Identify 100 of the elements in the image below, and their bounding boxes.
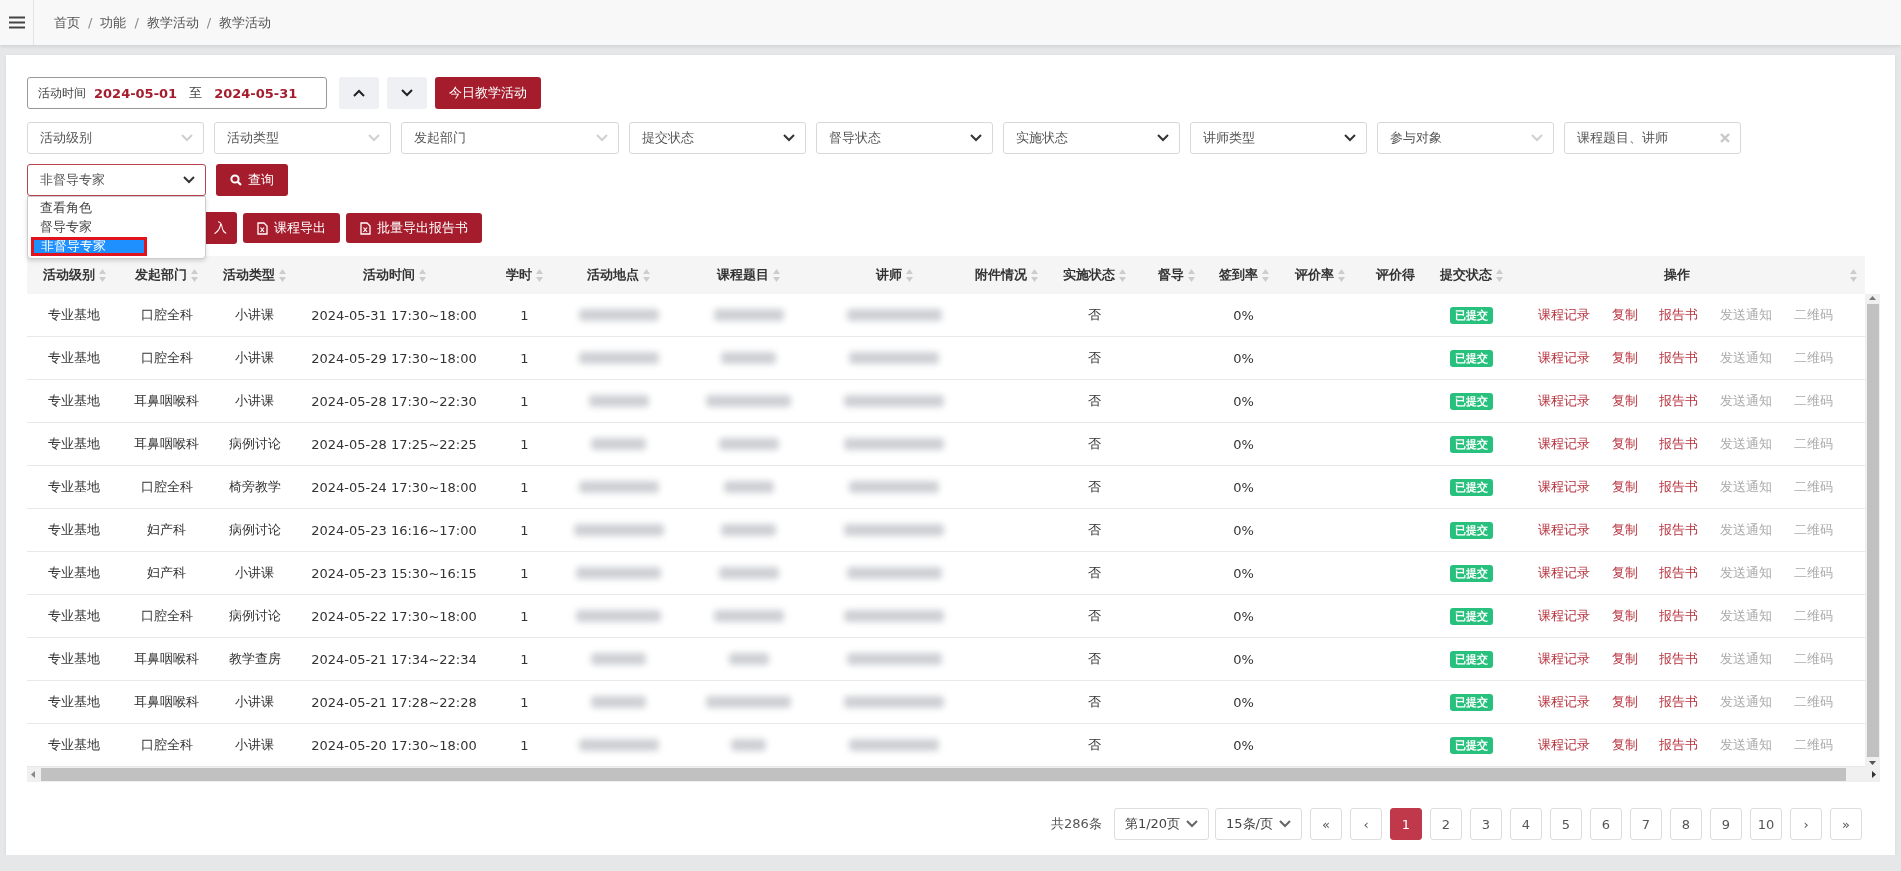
filter-select[interactable]: 活动类型	[214, 122, 391, 154]
sort-icon[interactable]	[279, 268, 286, 282]
table-cell: 否	[1088, 521, 1101, 539]
action-link[interactable]: 复制	[1611, 306, 1638, 324]
page-button[interactable]: 9	[1710, 808, 1742, 840]
filter-select[interactable]: 活动级别	[27, 122, 204, 154]
today-button[interactable]: 今日教学活动	[435, 77, 541, 109]
action-link[interactable]: 报告书	[1659, 693, 1699, 711]
page-size-select[interactable]: 15条/页	[1215, 808, 1302, 840]
page-button[interactable]: 10	[1750, 808, 1782, 840]
export-button[interactable]: 课程导出	[243, 213, 340, 243]
filter-select[interactable]: 实施状态	[1003, 122, 1180, 154]
dropdown-option[interactable]: 非督导专家	[31, 237, 147, 256]
filter-select[interactable]: 督导状态	[816, 122, 993, 154]
vertical-scrollbar[interactable]	[1865, 294, 1880, 767]
table-cell: 口腔全科	[140, 306, 193, 324]
sort-icon[interactable]	[98, 268, 106, 282]
sort-icon[interactable]	[1261, 268, 1269, 282]
action-link[interactable]: 复制	[1611, 349, 1638, 367]
action-link[interactable]: 复制	[1611, 564, 1638, 582]
action-link[interactable]: 报告书	[1659, 521, 1699, 539]
previous-button[interactable]	[339, 77, 379, 109]
action-link[interactable]: 课程记录	[1537, 693, 1590, 711]
action-link[interactable]: 报告书	[1659, 650, 1699, 668]
action-link[interactable]: 报告书	[1659, 564, 1699, 582]
breadcrumb-item[interactable]: 教学活动	[219, 13, 272, 32]
action-link[interactable]: 报告书	[1659, 392, 1699, 410]
page-button[interactable]: 1	[1390, 808, 1422, 840]
sort-icon[interactable]	[643, 268, 650, 282]
scroll-up-icon[interactable]	[1868, 294, 1877, 302]
export-button[interactable]: 批量导出报告书	[346, 213, 482, 243]
sort-icon[interactable]	[1496, 268, 1503, 282]
sort-icon[interactable]	[1119, 268, 1126, 282]
sort-icon[interactable]	[1188, 268, 1195, 282]
next-button[interactable]	[387, 77, 427, 109]
action-link[interactable]: 报告书	[1659, 306, 1699, 324]
last-page-button[interactable]: »	[1830, 808, 1862, 840]
sort-icon[interactable]	[905, 268, 913, 282]
action-link[interactable]: 复制	[1611, 521, 1638, 539]
breadcrumb-item[interactable]: 首页	[54, 13, 80, 32]
chevron-down-icon	[401, 89, 413, 97]
sort-icon[interactable]	[773, 268, 780, 282]
breadcrumb-item[interactable]: 教学活动	[146, 13, 199, 32]
page-button[interactable]: 3	[1470, 808, 1502, 840]
action-link[interactable]: 复制	[1611, 607, 1638, 625]
filter-select[interactable]: 讲师类型	[1190, 122, 1367, 154]
page-select[interactable]: 第1/20页	[1113, 808, 1210, 840]
previous-page-button[interactable]: ‹	[1350, 808, 1382, 840]
next-page-button[interactable]: ›	[1790, 808, 1822, 840]
sort-icon[interactable]	[1031, 268, 1038, 282]
table-cell: 0%	[1233, 436, 1254, 452]
action-link[interactable]: 课程记录	[1537, 736, 1590, 754]
action-link[interactable]: 报告书	[1659, 478, 1699, 496]
page-button[interactable]: 4	[1510, 808, 1542, 840]
action-link[interactable]: 复制	[1611, 736, 1638, 754]
dropdown-option[interactable]: 督导专家	[28, 218, 205, 237]
sort-icon[interactable]	[1850, 268, 1857, 282]
page-button[interactable]: 7	[1630, 808, 1662, 840]
action-link[interactable]: 复制	[1611, 435, 1638, 453]
search-field[interactable]: 课程题目、讲师	[1564, 122, 1741, 154]
query-button[interactable]: 查询	[216, 164, 288, 196]
action-link[interactable]: 报告书	[1659, 607, 1699, 625]
filter-select[interactable]: 参与对象	[1377, 122, 1554, 154]
page-button[interactable]: 8	[1670, 808, 1702, 840]
action-link[interactable]: 复制	[1611, 392, 1638, 410]
action-link[interactable]: 报告书	[1659, 349, 1699, 367]
action-link[interactable]: 课程记录	[1537, 478, 1590, 496]
page-button[interactable]: 2	[1430, 808, 1462, 840]
sort-icon[interactable]	[536, 268, 543, 282]
action-link[interactable]: 课程记录	[1537, 650, 1590, 668]
action-link[interactable]: 报告书	[1659, 435, 1699, 453]
page-button[interactable]: 6	[1590, 808, 1622, 840]
action-link[interactable]: 课程记录	[1537, 435, 1590, 453]
breadcrumb-item[interactable]: 功能	[100, 13, 127, 32]
page-button[interactable]: 5	[1550, 808, 1582, 840]
table-cell: 口腔全科	[140, 607, 193, 625]
clear-icon[interactable]	[1720, 133, 1730, 143]
action-link[interactable]: 课程记录	[1537, 521, 1590, 539]
action-link[interactable]: 课程记录	[1537, 607, 1590, 625]
dropdown-option[interactable]: 查看角色	[28, 199, 205, 218]
role-select[interactable]: 非督导专家	[27, 164, 206, 196]
date-range-field[interactable]: 活动时间 2024-05-01 至 2024-05-31	[27, 77, 327, 109]
action-link[interactable]: 课程记录	[1537, 392, 1590, 410]
action-link[interactable]: 课程记录	[1537, 349, 1590, 367]
sort-icon[interactable]	[1337, 268, 1345, 282]
scroll-left-icon[interactable]	[29, 770, 37, 779]
sort-icon[interactable]	[418, 268, 426, 282]
filter-select[interactable]: 发起部门	[401, 122, 619, 154]
action-link[interactable]: 复制	[1611, 693, 1638, 711]
horizontal-scrollbar[interactable]	[27, 767, 1880, 782]
filter-select[interactable]: 提交状态	[629, 122, 806, 154]
action-link[interactable]: 复制	[1611, 478, 1638, 496]
action-link[interactable]: 课程记录	[1537, 564, 1590, 582]
action-link[interactable]: 课程记录	[1537, 306, 1590, 324]
scroll-right-icon[interactable]	[1870, 770, 1878, 779]
action-link[interactable]: 报告书	[1659, 736, 1699, 754]
action-link[interactable]: 复制	[1611, 650, 1638, 668]
column-header: 操作	[1664, 266, 1690, 284]
sort-icon[interactable]	[191, 268, 198, 282]
first-page-button[interactable]: «	[1310, 808, 1342, 840]
